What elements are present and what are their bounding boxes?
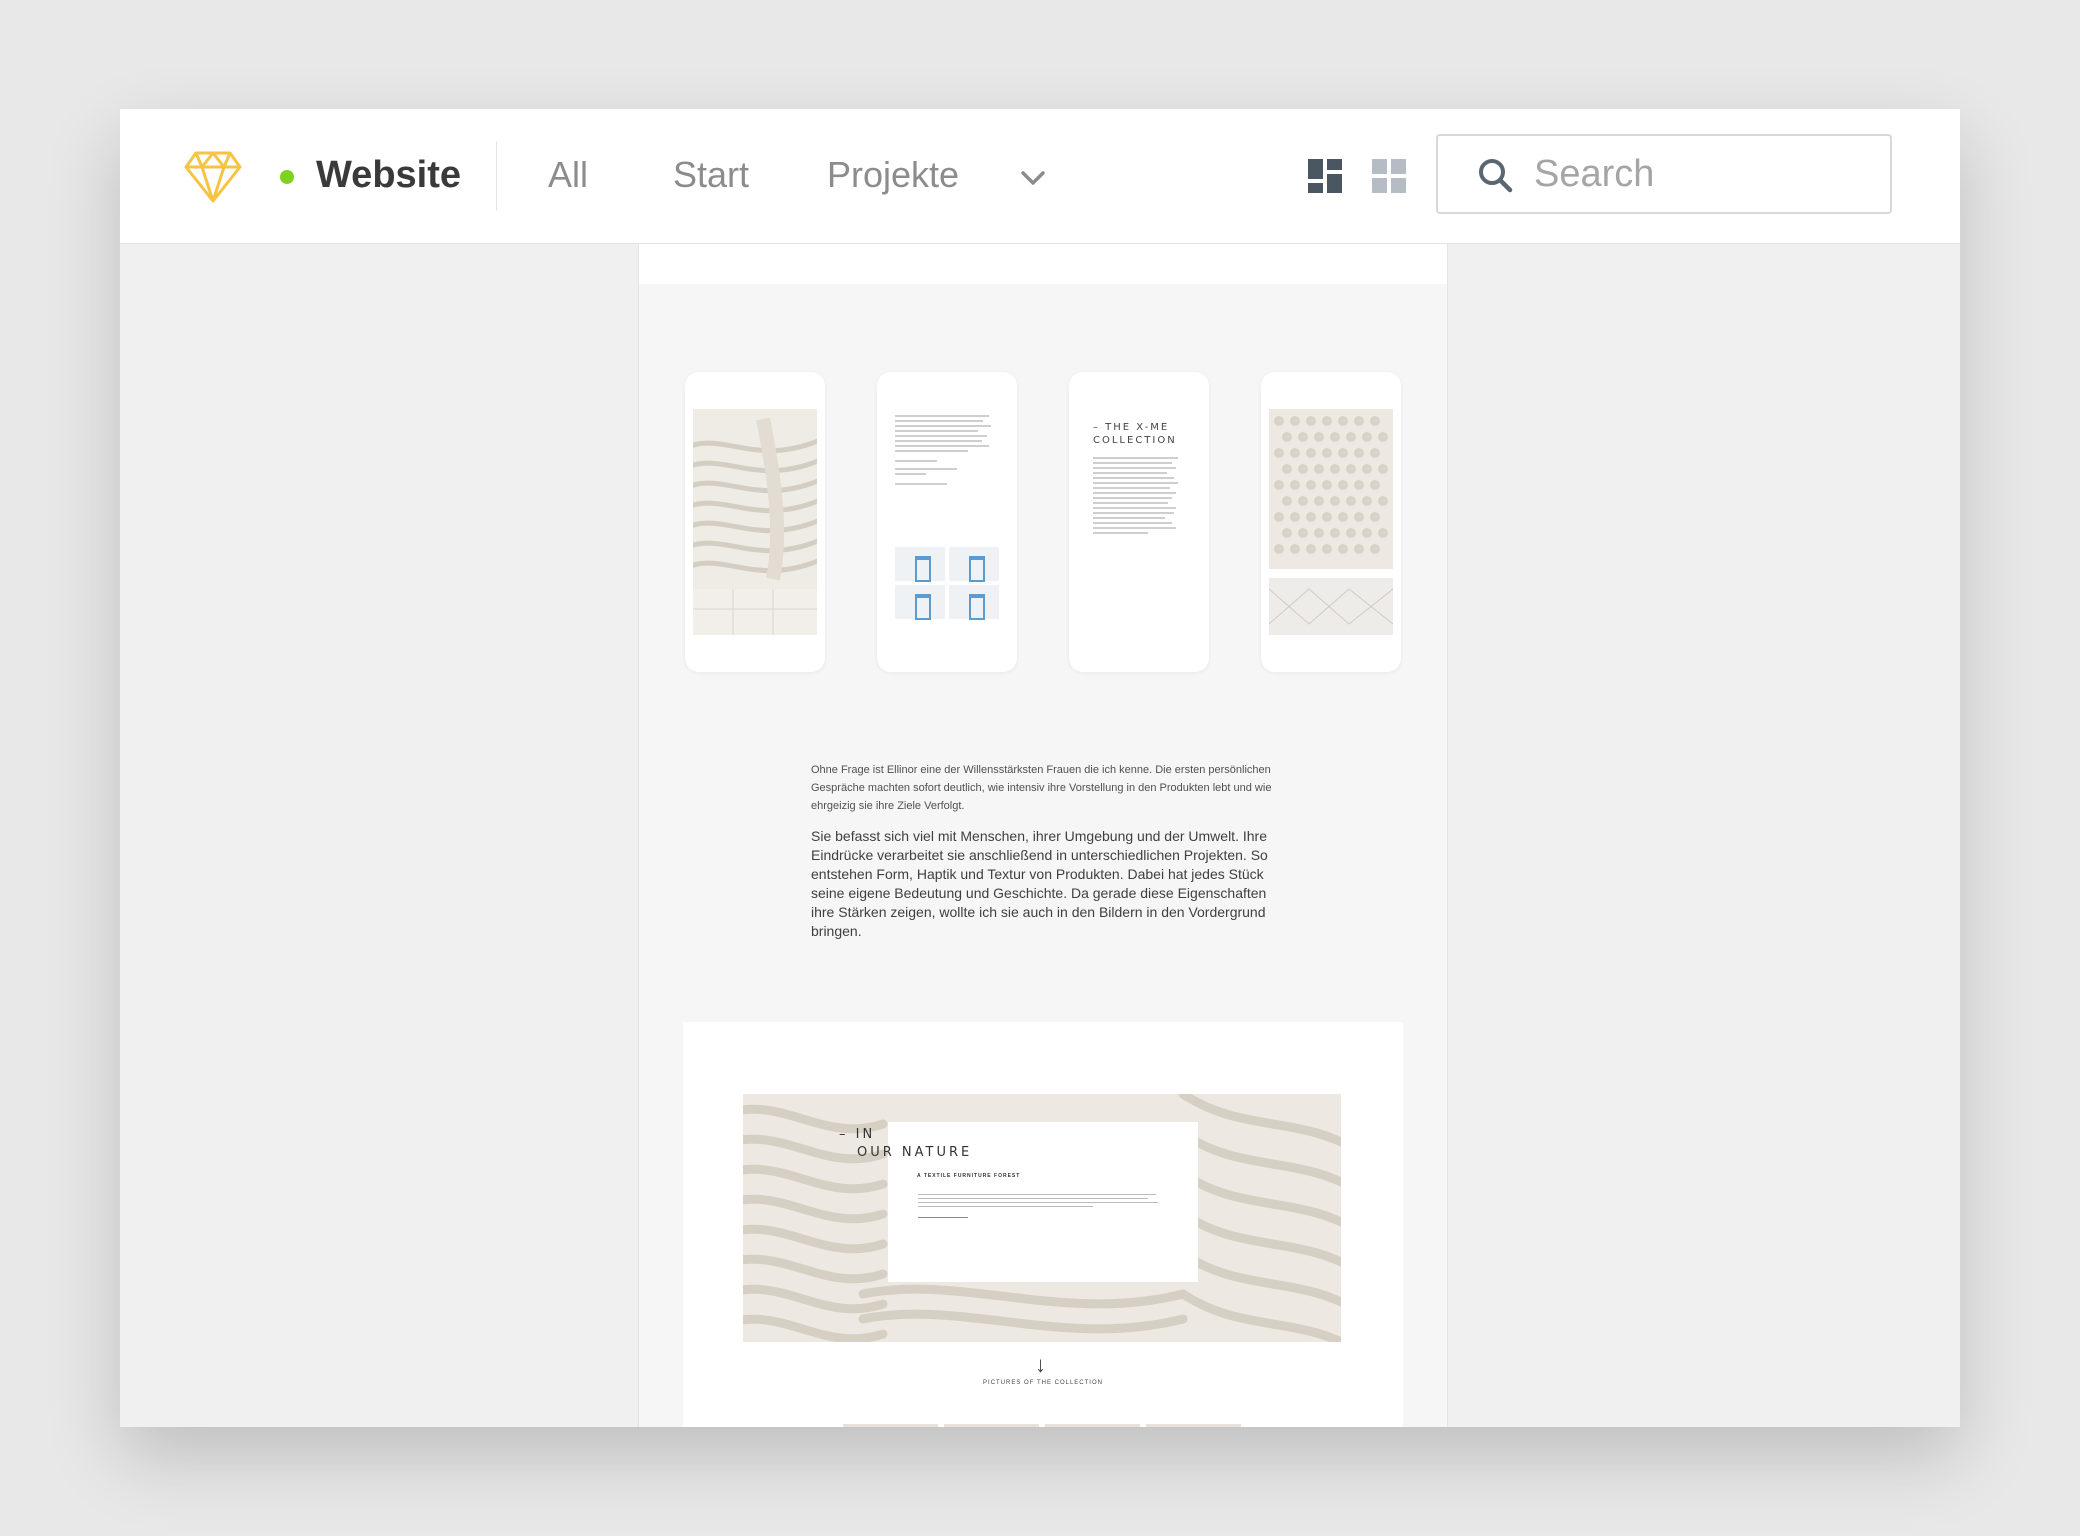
phone-3-screen: – THE X-ME COLLECTION — [1077, 409, 1201, 635]
collection-title: – THE X-ME COLLECTION — [1093, 422, 1177, 446]
dashboard-layout-icon[interactable] — [1308, 159, 1342, 193]
sketch-diamond-icon[interactable] — [184, 149, 242, 203]
project-title[interactable]: Website — [316, 154, 461, 196]
tab-all[interactable]: All — [548, 154, 588, 196]
hero-subtitle: A TEXTILE FURNITURE FOREST — [917, 1173, 1021, 1179]
knit-fabric-image — [693, 409, 817, 635]
preview-header-strip — [639, 244, 1447, 284]
toolbar-divider — [496, 141, 497, 211]
bobble-knit-image — [1269, 409, 1393, 635]
tab-projekte[interactable]: Projekte — [827, 154, 959, 196]
hero-banner: – IN OUR NATURE A TEXTILE FURNITURE FORE… — [743, 1094, 1341, 1342]
intro-paragraph-large: Sie befasst sich viel mit Menschen, ihre… — [811, 828, 1268, 939]
grid-icon[interactable] — [1372, 159, 1406, 193]
scroll-down-arrow[interactable]: ↓ — [1035, 1352, 1046, 1378]
phone-mockup-4[interactable] — [1261, 372, 1401, 672]
status-dot — [280, 170, 294, 184]
collection-thumbnails — [843, 1424, 1243, 1427]
chair-photo-grid — [895, 547, 999, 620]
tab-start[interactable]: Start — [673, 154, 749, 196]
artboard-canvas[interactable]: – THE X-ME COLLECTION Ohne Frage ist Ell… — [120, 244, 1960, 1427]
hero-title-in: – IN — [839, 1127, 876, 1142]
phone-mockup-1[interactable] — [685, 372, 825, 672]
website-preview[interactable]: – THE X-ME COLLECTION Ohne Frage ist Ell… — [638, 244, 1448, 1427]
phone-mockup-3[interactable]: – THE X-ME COLLECTION — [1069, 372, 1209, 672]
desktop-mockup[interactable]: – IN OUR NATURE A TEXTILE FURNITURE FORE… — [683, 1022, 1403, 1427]
hero-title-nature: OUR NATURE — [857, 1145, 973, 1160]
app-window: Website All Start Projekte Search – THE … — [120, 109, 1960, 1427]
intro-paragraph-small: Ohne Frage ist Ellinor eine der Willenss… — [811, 764, 1272, 812]
search-box[interactable] — [1436, 134, 1892, 214]
pictures-section-title: PICTURES OF THE COLLECTION — [983, 1380, 1103, 1386]
top-toolbar: Website All Start Projekte — [120, 109, 1960, 244]
phone-mockup-2[interactable] — [877, 372, 1017, 672]
search-input[interactable] — [1534, 148, 1874, 200]
search-icon — [1479, 159, 1513, 193]
chevron-down-icon[interactable] — [1016, 167, 1050, 189]
phone-2-screen — [885, 409, 1009, 635]
